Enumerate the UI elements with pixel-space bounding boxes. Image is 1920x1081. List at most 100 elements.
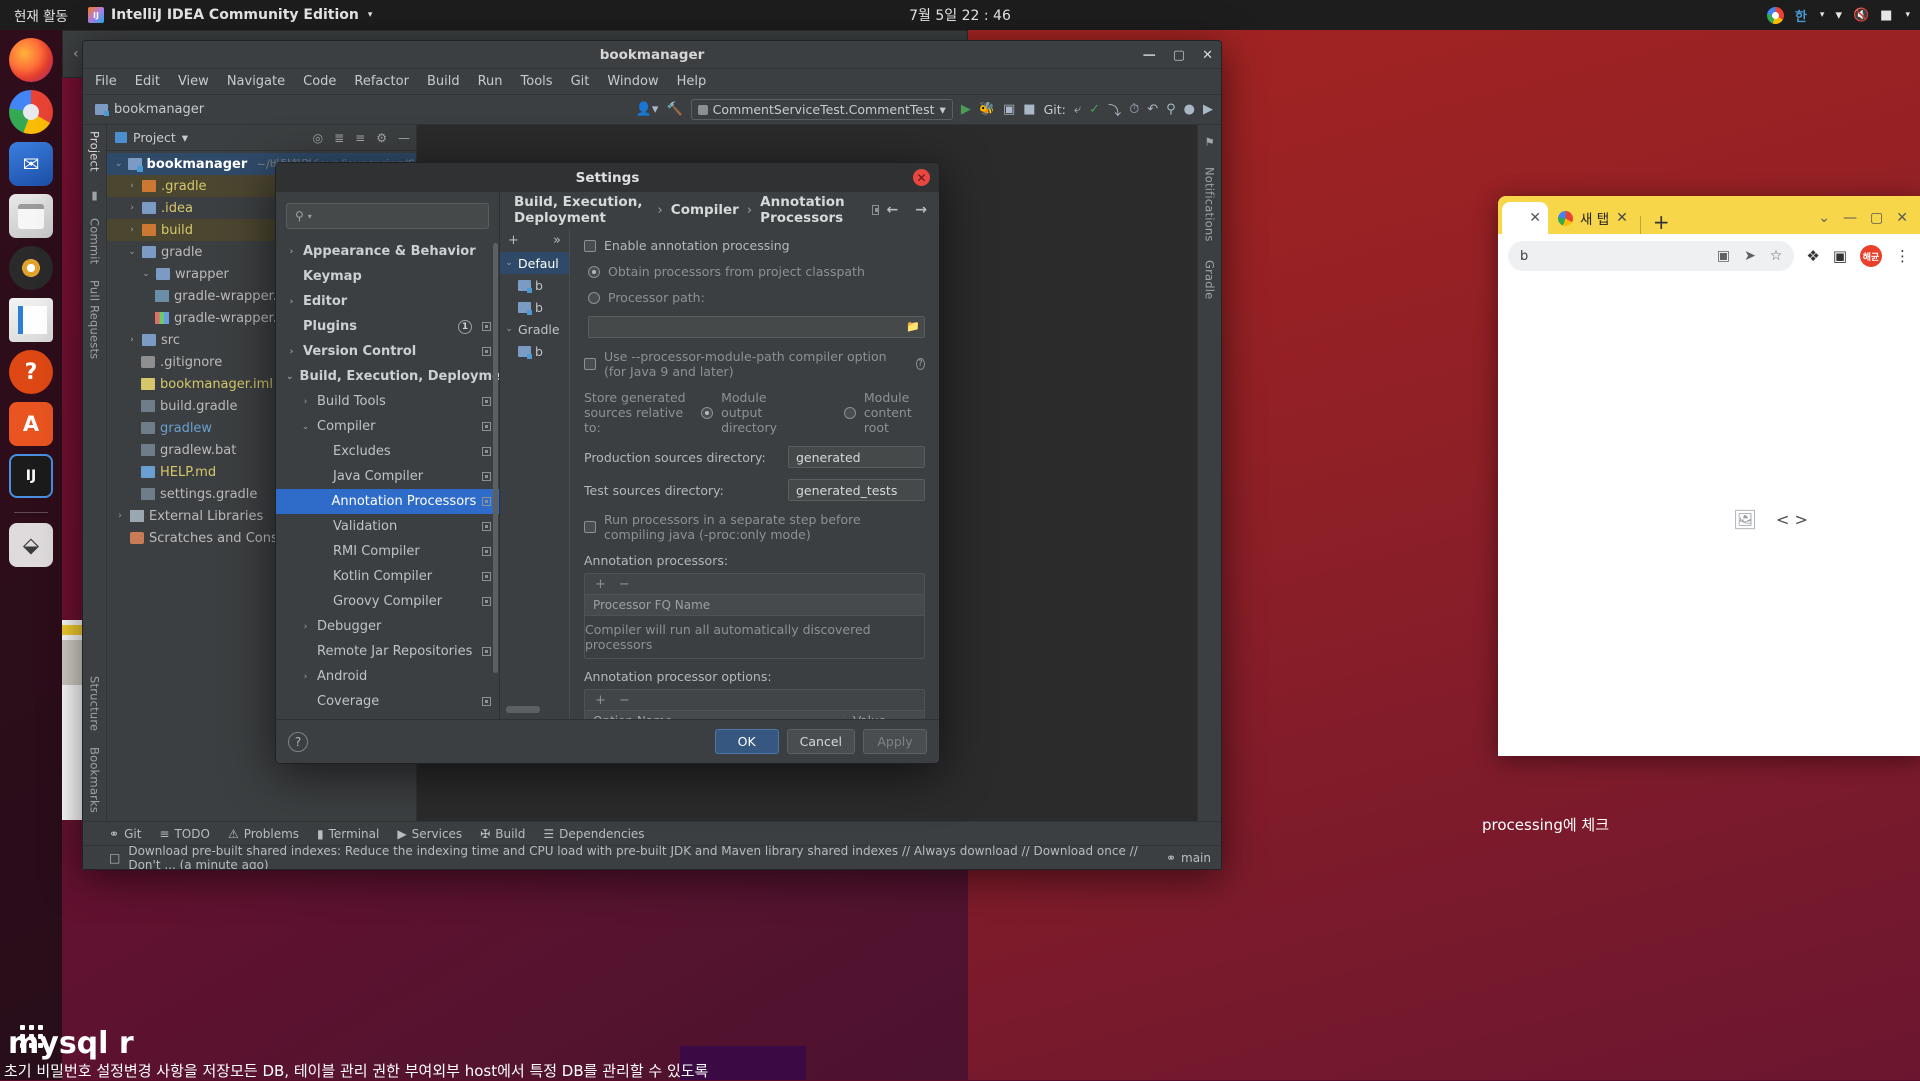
chrome-tray-icon[interactable] xyxy=(1767,7,1784,24)
gear-icon[interactable]: ⚙ xyxy=(376,131,387,145)
settings-tree-scrollbar[interactable] xyxy=(493,243,498,673)
minimize-button[interactable]: — xyxy=(1843,210,1857,226)
volume-muted-icon[interactable]: 🔇 xyxy=(1853,8,1869,23)
reset-icon[interactable] xyxy=(482,522,491,531)
chevron-right-icon[interactable]: › xyxy=(286,397,311,407)
chevron-right-icon[interactable]: › xyxy=(127,225,137,235)
reset-icon[interactable] xyxy=(482,347,491,356)
dock-item-usb-drive[interactable] xyxy=(9,523,53,567)
module-row-default[interactable]: ⌄ Defaul xyxy=(500,252,569,274)
kebab-menu-icon[interactable]: ⋮ xyxy=(1895,247,1910,265)
dock-item-thunderbird[interactable] xyxy=(9,142,53,186)
share-icon[interactable]: ➤ xyxy=(1744,248,1756,264)
add-processor-button[interactable]: + xyxy=(595,577,606,592)
system-clock[interactable]: 7월 5일 22 : 46 xyxy=(909,5,1011,25)
close-button[interactable]: ✕ xyxy=(1896,210,1908,226)
chevron-right-icon[interactable]: › xyxy=(127,181,137,191)
menu-item-window[interactable]: Window xyxy=(607,74,658,89)
help-button[interactable]: ? xyxy=(288,732,308,752)
notifications-icon[interactable]: ⚑ xyxy=(1203,135,1217,149)
tool-tab-commit[interactable]: Commit xyxy=(88,218,102,264)
chevron-down-icon[interactable]: ⌄ xyxy=(115,159,123,169)
maximize-button[interactable]: ▢ xyxy=(1173,48,1185,63)
history-icon[interactable]: ⏱ xyxy=(1129,102,1139,117)
settings-item-rmi-compiler[interactable]: RMI Compiler xyxy=(276,539,499,564)
settings-item-gradle-android-compiler[interactable]: Gradle-Android Compiler xyxy=(276,714,499,719)
processor-path-row[interactable]: Processor path: xyxy=(584,290,925,305)
module-output-directory-radio[interactable] xyxy=(701,407,713,419)
obtain-processors-row[interactable]: Obtain processors from project classpath xyxy=(584,264,925,279)
reset-icon[interactable] xyxy=(482,647,491,656)
settings-item-kotlin-compiler[interactable]: Kotlin Compiler xyxy=(276,564,499,589)
sidepanel-icon[interactable]: ▣ xyxy=(1833,247,1847,265)
run-processors-separate-checkbox[interactable] xyxy=(584,521,596,533)
settings-item-debugger[interactable]: › Debugger xyxy=(276,614,499,639)
folder-icon[interactable]: 📁 xyxy=(906,320,920,333)
menu-item-edit[interactable]: Edit xyxy=(135,74,160,89)
bottom-tab-terminal[interactable]: ▮ Terminal xyxy=(317,827,379,841)
debug-icon[interactable]: 🐝 xyxy=(979,102,995,117)
ide-icon[interactable]: ▶ xyxy=(1203,102,1213,117)
reset-icon[interactable] xyxy=(482,547,491,556)
forward-button[interactable]: → xyxy=(915,202,927,218)
tool-tab-project[interactable]: Project xyxy=(88,131,102,172)
chevron-right-icon[interactable]: › xyxy=(115,511,125,521)
settings-item-build-execution-deployment[interactable]: ⌄ Build, Execution, Deployment xyxy=(276,364,499,389)
module-row-0[interactable]: b xyxy=(500,274,569,296)
reset-icon[interactable] xyxy=(482,597,491,606)
chevron-right-icon[interactable]: › xyxy=(286,247,297,257)
tool-tab-structure[interactable]: Structure xyxy=(88,676,102,731)
battery-icon[interactable]: ■ xyxy=(1880,8,1892,23)
chevron-right-icon[interactable]: › xyxy=(286,622,311,632)
settings-item-build-tools[interactable]: › Build Tools xyxy=(276,389,499,414)
settings-item-version-control[interactable]: › Version Control xyxy=(276,339,499,364)
puzzle-icon[interactable]: ❖ xyxy=(1806,247,1819,265)
activities-button[interactable]: 현재 활동 xyxy=(0,5,80,25)
menu-item-view[interactable]: View xyxy=(178,74,209,89)
add-profile-button[interactable]: + xyxy=(508,233,519,248)
active-app-menu[interactable]: IntelliJ IDEA Community Edition ▾ xyxy=(88,7,372,23)
module-row-1[interactable]: b xyxy=(500,296,569,318)
tab-list-chevron-down-icon[interactable]: ⌄ xyxy=(1818,210,1830,226)
close-icon[interactable]: ✕ xyxy=(1529,210,1541,226)
tool-tab-gradle[interactable]: Gradle xyxy=(1203,260,1217,299)
ime-indicator[interactable]: 한 xyxy=(1795,6,1807,25)
target-icon[interactable]: ◎ xyxy=(313,131,323,145)
bottom-tab-problems[interactable]: ⚠ Problems xyxy=(228,827,299,841)
menu-item-git[interactable]: Git xyxy=(571,74,590,89)
production-sources-input[interactable]: generated xyxy=(788,446,925,468)
settings-search-input[interactable]: ⚲ ▾ xyxy=(286,203,489,229)
git-commit-icon[interactable]: ✓ xyxy=(1089,102,1100,117)
breadcrumb-part-1[interactable]: Compiler xyxy=(671,202,739,218)
menu-item-run[interactable]: Run xyxy=(478,74,503,89)
dock-item-files[interactable] xyxy=(9,194,53,238)
address-bar[interactable]: b ▣ ➤ ☆ xyxy=(1508,241,1794,271)
bottom-tab-dependencies[interactable]: ☰ Dependencies xyxy=(543,827,644,841)
menu-item-help[interactable]: Help xyxy=(677,74,707,89)
tray-chevron-down-icon[interactable]: ▾ xyxy=(1905,10,1910,20)
current-branch[interactable]: main xyxy=(1181,851,1211,865)
account-icon[interactable]: ● xyxy=(1184,102,1195,117)
bottom-tab-todo[interactable]: ≡ TODO xyxy=(159,827,210,841)
processor-path-radio[interactable] xyxy=(588,292,600,304)
search-icon[interactable]: ⚲ xyxy=(1166,102,1176,117)
use-processor-module-path-checkbox[interactable] xyxy=(584,358,596,370)
search-chevron-down-icon[interactable]: ▾ xyxy=(308,212,312,221)
undo-icon[interactable]: ↶ xyxy=(1147,102,1158,117)
chevron-down-icon[interactable]: ⌄ xyxy=(141,269,151,279)
menu-item-build[interactable]: Build xyxy=(427,74,460,89)
module-list-hscrollbar[interactable] xyxy=(506,706,540,713)
user-icon[interactable]: 👤▾ xyxy=(636,102,659,117)
collapse-icon[interactable]: ≣ xyxy=(334,131,344,145)
add-option-button[interactable]: + xyxy=(595,693,606,708)
menu-item-refactor[interactable]: Refactor xyxy=(354,74,409,89)
settings-item-groovy-compiler[interactable]: Groovy Compiler xyxy=(276,589,499,614)
dock-item-chrome[interactable] xyxy=(9,90,53,134)
menu-item-tools[interactable]: Tools xyxy=(521,74,553,89)
settings-item-annotation-processors[interactable]: Annotation Processors xyxy=(276,489,499,514)
reset-icon[interactable] xyxy=(482,697,491,706)
processor-path-input[interactable]: 📁 xyxy=(588,316,925,338)
breadcrumb-part-0[interactable]: Build, Execution, Deployment xyxy=(514,194,649,226)
reset-icon[interactable] xyxy=(482,322,491,331)
settings-item-coverage[interactable]: Coverage xyxy=(276,689,499,714)
